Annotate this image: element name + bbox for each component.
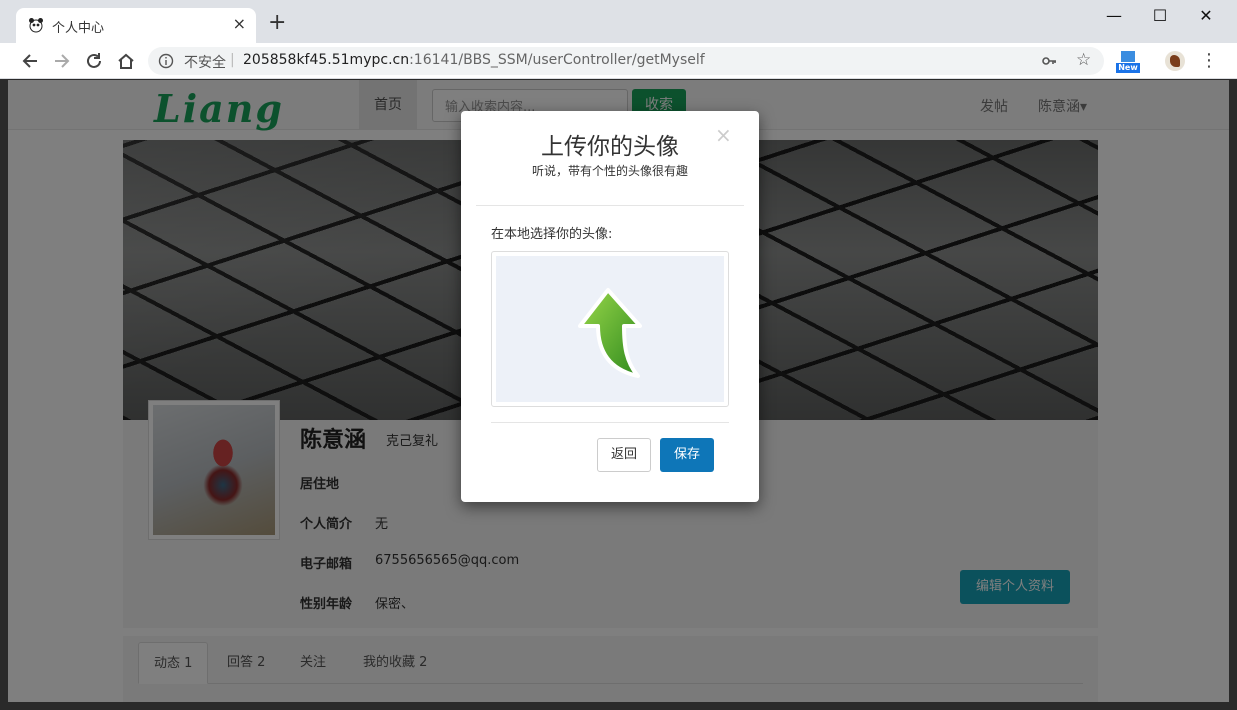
panda-favicon-icon (29, 18, 43, 33)
address-bar[interactable]: 不安全 | 205858kf45.51mypc.cn:16141/BBS_SSM… (148, 47, 1104, 75)
extension-new-icon[interactable]: New (1116, 51, 1140, 73)
key-icon[interactable] (1041, 53, 1057, 69)
window-close-button[interactable]: ✕ (1186, 4, 1226, 28)
select-avatar-label: 在本地选择你的头像: (491, 227, 613, 242)
browser-tab[interactable]: 个人中心 × (16, 8, 256, 43)
back-button[interactable]: 返回 (597, 438, 651, 472)
upload-area (496, 256, 724, 402)
browser-tab-bar: 个人中心 × + — ☐ ✕ (0, 0, 1237, 43)
url-text[interactable]: 205858kf45.51mypc.cn:16141/BBS_SSM/userC… (243, 52, 705, 68)
back-arrow-icon[interactable] (19, 50, 41, 72)
upload-arrow-icon (578, 288, 642, 378)
tab-title: 个人中心 (52, 21, 105, 36)
url-separator: | (230, 52, 235, 68)
security-label: 不安全 (184, 55, 226, 71)
modal-divider-bottom (491, 422, 729, 423)
forward-arrow-icon[interactable] (51, 50, 73, 72)
browser-menu-icon[interactable]: ⋮ (1200, 51, 1218, 71)
extension-badge: New (1116, 63, 1140, 73)
minimize-button[interactable]: — (1094, 4, 1134, 28)
new-tab-button[interactable]: + (268, 12, 286, 34)
reload-icon[interactable] (83, 50, 105, 72)
extension-icon-top (1121, 51, 1135, 62)
modal-subtitle: 听说，带有个性的头像很有趣 (531, 164, 688, 178)
avatar-upload-dropzone[interactable] (491, 251, 729, 407)
upload-avatar-modal: 上传你的头像 听说，带有个性的头像很有趣 × 在本地选择你的头像: 返回 保存 (461, 111, 759, 502)
tab-close-icon[interactable]: × (233, 14, 246, 33)
save-button[interactable]: 保存 (660, 438, 714, 472)
home-icon[interactable] (115, 50, 137, 72)
modal-close-icon[interactable]: × (715, 123, 732, 147)
bookmark-star-icon[interactable]: ☆ (1076, 50, 1091, 70)
maximize-button[interactable]: ☐ (1140, 4, 1180, 28)
info-icon[interactable] (158, 53, 174, 69)
modal-divider-top (476, 205, 744, 206)
profile-avatar-icon[interactable] (1165, 51, 1185, 71)
browser-toolbar: 不安全 | 205858kf45.51mypc.cn:16141/BBS_SSM… (0, 43, 1237, 79)
